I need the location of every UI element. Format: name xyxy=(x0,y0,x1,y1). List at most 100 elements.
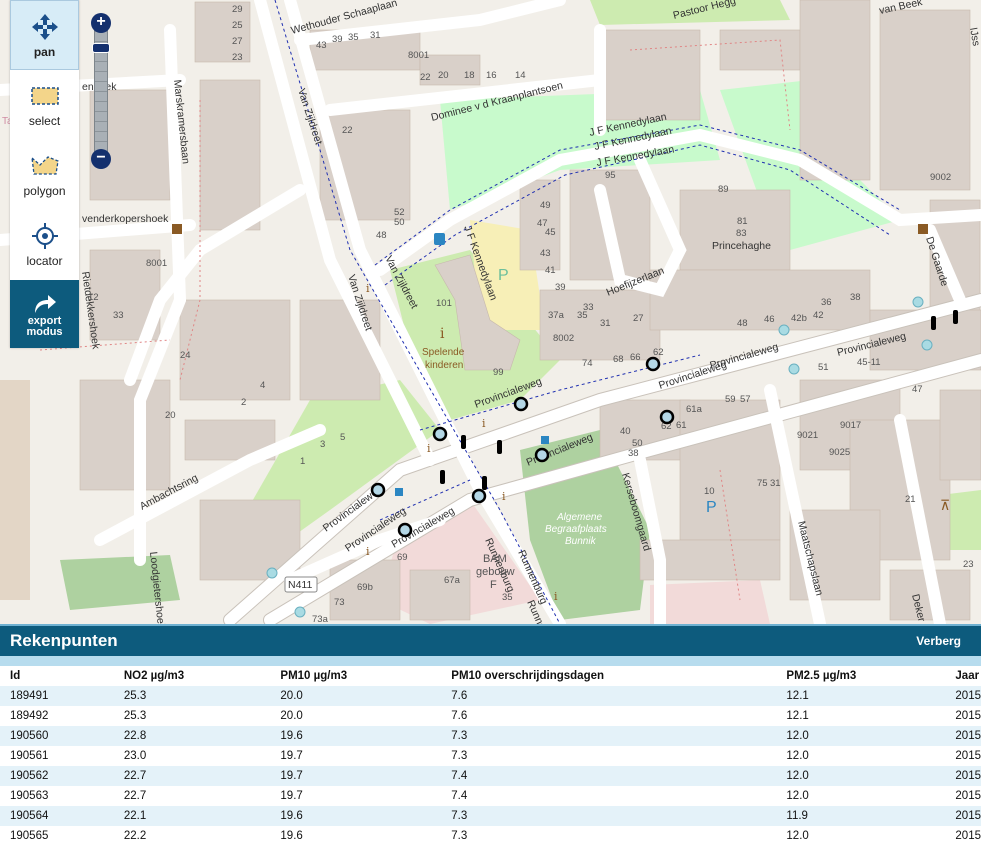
house-number: 22 xyxy=(342,125,353,136)
house-number: 5 xyxy=(340,432,345,443)
pan-label: pan xyxy=(33,45,56,59)
share-arrow-icon xyxy=(32,292,58,316)
house-number: 33 xyxy=(583,302,594,313)
calculation-point-marker xyxy=(397,522,413,538)
cell-pm10-days: 7.3 xyxy=(441,726,777,746)
map-canvas[interactable]: Wethouder Schaaplaan Pastoor Hegg van Be… xyxy=(0,0,981,624)
cell-id: 190560 xyxy=(0,726,114,746)
cell-pm25: 12.0 xyxy=(776,726,946,746)
house-number: 46 xyxy=(764,314,775,325)
house-number: 73a xyxy=(312,614,329,624)
parking-label: P xyxy=(498,267,509,284)
column-header-no2[interactable]: NO2 µg/m3 xyxy=(114,666,271,686)
cell-pm25: 12.0 xyxy=(776,766,946,786)
house-number: 1 xyxy=(300,456,305,467)
house-number: 57 xyxy=(740,394,751,405)
table-row[interactable]: 190561 23.0 19.7 7.3 12.0 2015 xyxy=(0,746,981,766)
calculation-point-marker xyxy=(432,426,448,442)
polygon-tool-button[interactable]: polygon xyxy=(10,140,79,210)
cell-year: 2015 xyxy=(955,790,981,802)
cell-pm10: 19.6 xyxy=(280,830,303,842)
cell-pm10: 19.7 xyxy=(280,750,303,762)
cell-pm10-days: 7.3 xyxy=(441,806,777,826)
table-row[interactable]: 189492 25.3 20.0 7.6 12.1 2015 xyxy=(0,706,981,726)
water-point-icon xyxy=(778,324,790,336)
hide-panel-link[interactable]: Verberg xyxy=(916,634,961,648)
calculation-point-marker xyxy=(534,447,550,463)
house-number: 21 xyxy=(905,494,916,505)
pan-tool-button[interactable]: pan xyxy=(10,0,79,70)
cell-pm10-days: 7.6 xyxy=(451,710,468,722)
house-number: 2 xyxy=(241,397,246,408)
house-number: 8002 xyxy=(553,333,574,344)
poi-label: kinderen xyxy=(425,360,463,371)
cell-pm25: 12.0 xyxy=(786,830,809,842)
table-row[interactable]: 190562 22.7 19.7 7.4 12.0 2015 xyxy=(0,766,981,786)
calculation-point-marker xyxy=(513,396,529,412)
zoom-in-button[interactable]: + xyxy=(91,13,111,33)
results-panel: Rekenpunten Verberg Id NO2 µg/m3 PM10 µg… xyxy=(0,624,981,845)
house-number: 50 xyxy=(394,217,405,228)
cell-no2: 22.2 xyxy=(123,830,147,842)
house-number: 9002 xyxy=(930,172,951,183)
house-number: 40 xyxy=(620,426,631,437)
table-row[interactable]: 189491 25.3 20.0 7.6 12.1 2015 xyxy=(0,686,981,706)
house-number: 33 xyxy=(113,310,124,321)
crosshair-icon xyxy=(31,222,58,250)
cell-no2: 23.0 xyxy=(123,750,147,762)
parking-label: P xyxy=(706,499,717,516)
house-number: 43 xyxy=(540,248,551,259)
house-number: 48 xyxy=(376,230,387,241)
calculation-point-marker xyxy=(471,488,487,504)
poi-label: Bunnik xyxy=(565,536,597,547)
zoom-out-button[interactable]: − xyxy=(91,149,111,169)
column-header-id[interactable]: Id xyxy=(0,666,114,686)
house-number: 49 xyxy=(540,200,551,211)
cell-no2: 22.7 xyxy=(113,766,271,786)
cell-year: 2015 xyxy=(955,750,981,762)
picnic-icon: ⊼ xyxy=(940,497,950,513)
table-row[interactable]: 190565 22.2 19.6 7.3 12.0 2015 xyxy=(0,826,981,846)
sand-area xyxy=(0,380,30,600)
street-label: venderkopershoek xyxy=(82,213,169,225)
column-header-pm10-days[interactable]: PM10 overschrijdingsdagen xyxy=(441,666,776,686)
house-number: 59 xyxy=(725,394,736,405)
house-number: 83 xyxy=(736,228,747,239)
house-number: 39 xyxy=(332,34,343,45)
panel-divider xyxy=(0,656,981,666)
panel-title: Rekenpunten xyxy=(10,631,118,650)
cell-pm10-days: 7.3 xyxy=(451,830,468,842)
poi-label: BAM xyxy=(483,553,507,565)
select-tool-button[interactable]: select xyxy=(10,70,79,140)
table-row[interactable]: 190560 22.8 19.6 7.3 12.0 2015 xyxy=(0,726,981,746)
house-number: 10 xyxy=(704,486,715,497)
water-point-icon xyxy=(294,606,306,618)
water-point-icon xyxy=(921,339,933,351)
cell-id: 190565 xyxy=(10,830,49,842)
zoom-slider-handle[interactable] xyxy=(92,43,110,53)
house-number: 61a xyxy=(686,404,703,415)
move-arrows-icon xyxy=(31,13,58,41)
road-shield-label: N411 xyxy=(288,579,312,591)
column-header-pm10[interactable]: PM10 µg/m3 xyxy=(270,666,441,686)
house-number: 75 xyxy=(757,478,768,489)
house-number: 4 xyxy=(260,380,265,391)
house-number: 69 xyxy=(397,552,408,563)
calculation-point-marker xyxy=(645,356,661,372)
house-number: 23 xyxy=(232,52,243,63)
water-point-icon xyxy=(266,567,278,579)
column-header-year[interactable]: Jaar xyxy=(945,666,981,686)
calculation-point-marker xyxy=(370,482,386,498)
house-number: 22 xyxy=(420,72,431,83)
select-label: select xyxy=(28,114,61,128)
column-header-pm25[interactable]: PM2.5 µg/m3 xyxy=(776,666,945,686)
street-label: Princehaghe xyxy=(712,240,771,252)
cell-pm10: 19.7 xyxy=(270,766,442,786)
export-mode-button[interactable]: export modus xyxy=(10,280,79,348)
house-number: 89 xyxy=(718,184,729,195)
house-number: 38 xyxy=(628,448,639,459)
locator-tool-button[interactable]: locator xyxy=(10,210,79,280)
map-tiles: Wethouder Schaaplaan Pastoor Hegg van Be… xyxy=(0,0,981,624)
table-row[interactable]: 190563 22.7 19.7 7.4 12.0 2015 xyxy=(0,786,981,806)
table-row[interactable]: 190564 22.1 19.6 7.3 11.9 2015 xyxy=(0,806,981,826)
